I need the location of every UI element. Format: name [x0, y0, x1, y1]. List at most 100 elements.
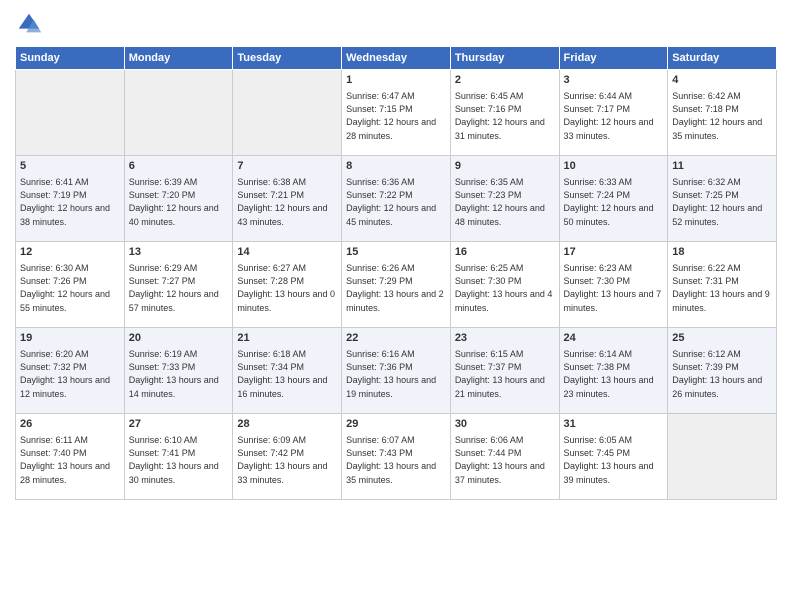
- day-number: 11: [672, 159, 772, 174]
- calendar-cell: 24 Sunrise: 6:14 AM Sunset: 7:38 PM Dayli…: [559, 328, 668, 414]
- day-info: Sunrise: 6:20 AM Sunset: 7:32 PM Dayligh…: [20, 348, 120, 400]
- calendar-cell: 21 Sunrise: 6:18 AM Sunset: 7:34 PM Dayli…: [233, 328, 342, 414]
- day-number: 24: [564, 331, 664, 346]
- day-number: 25: [672, 331, 772, 346]
- calendar: SundayMondayTuesdayWednesdayThursdayFrid…: [15, 46, 777, 500]
- calendar-cell: [233, 70, 342, 156]
- calendar-cell: 17 Sunrise: 6:23 AM Sunset: 7:30 PM Dayli…: [559, 242, 668, 328]
- calendar-cell: 14 Sunrise: 6:27 AM Sunset: 7:28 PM Dayli…: [233, 242, 342, 328]
- calendar-cell: 30Sunrise: 6:06 AM Sunset: 7:44 PM Dayli…: [450, 414, 559, 500]
- weekday-saturday: Saturday: [668, 47, 777, 70]
- calendar-cell: 27 Sunrise: 6:10 AM Sunset: 7:41 PM Dayli…: [124, 414, 233, 500]
- calendar-cell: [124, 70, 233, 156]
- calendar-cell: 29 Sunrise: 6:07 AM Sunset: 7:43 PM Dayli…: [342, 414, 451, 500]
- day-number: 4: [672, 73, 772, 88]
- calendar-cell: 22 Sunrise: 6:16 AM Sunset: 7:36 PM Dayli…: [342, 328, 451, 414]
- calendar-cell: [16, 70, 125, 156]
- calendar-week-2: 5 Sunrise: 6:41 AM Sunset: 7:19 PM Daylig…: [16, 156, 777, 242]
- day-info: Sunrise: 6:16 AM Sunset: 7:36 PM Dayligh…: [346, 348, 446, 400]
- weekday-wednesday: Wednesday: [342, 47, 451, 70]
- day-number: 1: [346, 73, 446, 88]
- calendar-cell: 6 Sunrise: 6:39 AM Sunset: 7:20 PM Daylig…: [124, 156, 233, 242]
- day-info: Sunrise: 6:10 AM Sunset: 7:41 PM Dayligh…: [129, 434, 229, 486]
- calendar-week-3: 12Sunrise: 6:30 AM Sunset: 7:26 PM Dayli…: [16, 242, 777, 328]
- day-info: Sunrise: 6:27 AM Sunset: 7:28 PM Dayligh…: [237, 262, 337, 314]
- weekday-monday: Monday: [124, 47, 233, 70]
- calendar-cell: 23Sunrise: 6:15 AM Sunset: 7:37 PM Dayli…: [450, 328, 559, 414]
- day-info: Sunrise: 6:30 AM Sunset: 7:26 PM Dayligh…: [20, 262, 120, 314]
- day-number: 7: [237, 159, 337, 174]
- day-info: Sunrise: 6:25 AM Sunset: 7:30 PM Dayligh…: [455, 262, 555, 314]
- day-info: Sunrise: 6:38 AM Sunset: 7:21 PM Dayligh…: [237, 176, 337, 228]
- day-number: 6: [129, 159, 229, 174]
- day-number: 30: [455, 417, 555, 432]
- day-number: 14: [237, 245, 337, 260]
- day-info: Sunrise: 6:35 AM Sunset: 7:23 PM Dayligh…: [455, 176, 555, 228]
- day-info: Sunrise: 6:23 AM Sunset: 7:30 PM Dayligh…: [564, 262, 664, 314]
- weekday-header-row: SundayMondayTuesdayWednesdayThursdayFrid…: [16, 47, 777, 70]
- day-info: Sunrise: 6:11 AM Sunset: 7:40 PM Dayligh…: [20, 434, 120, 486]
- day-number: 31: [564, 417, 664, 432]
- calendar-cell: 20Sunrise: 6:19 AM Sunset: 7:33 PM Dayli…: [124, 328, 233, 414]
- weekday-sunday: Sunday: [16, 47, 125, 70]
- day-info: Sunrise: 6:36 AM Sunset: 7:22 PM Dayligh…: [346, 176, 446, 228]
- day-number: 2: [455, 73, 555, 88]
- day-number: 28: [237, 417, 337, 432]
- day-number: 29: [346, 417, 446, 432]
- day-info: Sunrise: 6:32 AM Sunset: 7:25 PM Dayligh…: [672, 176, 772, 228]
- day-number: 10: [564, 159, 664, 174]
- day-number: 9: [455, 159, 555, 174]
- calendar-cell: 25 Sunrise: 6:12 AM Sunset: 7:39 PM Dayli…: [668, 328, 777, 414]
- day-info: Sunrise: 6:44 AM Sunset: 7:17 PM Dayligh…: [564, 90, 664, 142]
- calendar-cell: 1Sunrise: 6:47 AM Sunset: 7:15 PM Daylig…: [342, 70, 451, 156]
- calendar-cell: 13 Sunrise: 6:29 AM Sunset: 7:27 PM Dayli…: [124, 242, 233, 328]
- day-info: Sunrise: 6:09 AM Sunset: 7:42 PM Dayligh…: [237, 434, 337, 486]
- logo-icon: [15, 10, 43, 38]
- day-number: 21: [237, 331, 337, 346]
- calendar-cell: 3 Sunrise: 6:44 AM Sunset: 7:17 PM Daylig…: [559, 70, 668, 156]
- day-info: Sunrise: 6:14 AM Sunset: 7:38 PM Dayligh…: [564, 348, 664, 400]
- day-number: 13: [129, 245, 229, 260]
- day-number: 18: [672, 245, 772, 260]
- day-info: Sunrise: 6:12 AM Sunset: 7:39 PM Dayligh…: [672, 348, 772, 400]
- day-info: Sunrise: 6:41 AM Sunset: 7:19 PM Dayligh…: [20, 176, 120, 228]
- calendar-cell: 10 Sunrise: 6:33 AM Sunset: 7:24 PM Dayli…: [559, 156, 668, 242]
- calendar-cell: 31 Sunrise: 6:05 AM Sunset: 7:45 PM Dayli…: [559, 414, 668, 500]
- calendar-cell: 18 Sunrise: 6:22 AM Sunset: 7:31 PM Dayli…: [668, 242, 777, 328]
- calendar-cell: [668, 414, 777, 500]
- day-number: 3: [564, 73, 664, 88]
- day-number: 19: [20, 331, 120, 346]
- day-info: Sunrise: 6:42 AM Sunset: 7:18 PM Dayligh…: [672, 90, 772, 142]
- logo: [15, 10, 47, 38]
- day-info: Sunrise: 6:45 AM Sunset: 7:16 PM Dayligh…: [455, 90, 555, 142]
- day-info: Sunrise: 6:05 AM Sunset: 7:45 PM Dayligh…: [564, 434, 664, 486]
- calendar-week-5: 26Sunrise: 6:11 AM Sunset: 7:40 PM Dayli…: [16, 414, 777, 500]
- calendar-cell: 4 Sunrise: 6:42 AM Sunset: 7:18 PM Daylig…: [668, 70, 777, 156]
- day-info: Sunrise: 6:22 AM Sunset: 7:31 PM Dayligh…: [672, 262, 772, 314]
- weekday-friday: Friday: [559, 47, 668, 70]
- calendar-cell: 19 Sunrise: 6:20 AM Sunset: 7:32 PM Dayli…: [16, 328, 125, 414]
- day-number: 22: [346, 331, 446, 346]
- day-number: 17: [564, 245, 664, 260]
- day-info: Sunrise: 6:29 AM Sunset: 7:27 PM Dayligh…: [129, 262, 229, 314]
- header: [15, 10, 777, 38]
- day-info: Sunrise: 6:26 AM Sunset: 7:29 PM Dayligh…: [346, 262, 446, 314]
- weekday-thursday: Thursday: [450, 47, 559, 70]
- calendar-cell: 16Sunrise: 6:25 AM Sunset: 7:30 PM Dayli…: [450, 242, 559, 328]
- weekday-tuesday: Tuesday: [233, 47, 342, 70]
- day-info: Sunrise: 6:33 AM Sunset: 7:24 PM Dayligh…: [564, 176, 664, 228]
- calendar-week-1: 1Sunrise: 6:47 AM Sunset: 7:15 PM Daylig…: [16, 70, 777, 156]
- calendar-cell: 12Sunrise: 6:30 AM Sunset: 7:26 PM Dayli…: [16, 242, 125, 328]
- day-number: 27: [129, 417, 229, 432]
- calendar-cell: 5 Sunrise: 6:41 AM Sunset: 7:19 PM Daylig…: [16, 156, 125, 242]
- calendar-cell: 9 Sunrise: 6:35 AM Sunset: 7:23 PM Daylig…: [450, 156, 559, 242]
- calendar-cell: 2 Sunrise: 6:45 AM Sunset: 7:16 PM Daylig…: [450, 70, 559, 156]
- day-info: Sunrise: 6:39 AM Sunset: 7:20 PM Dayligh…: [129, 176, 229, 228]
- day-number: 8: [346, 159, 446, 174]
- calendar-cell: 8 Sunrise: 6:36 AM Sunset: 7:22 PM Daylig…: [342, 156, 451, 242]
- day-number: 15: [346, 245, 446, 260]
- calendar-cell: 7 Sunrise: 6:38 AM Sunset: 7:21 PM Daylig…: [233, 156, 342, 242]
- day-number: 5: [20, 159, 120, 174]
- day-info: Sunrise: 6:07 AM Sunset: 7:43 PM Dayligh…: [346, 434, 446, 486]
- day-info: Sunrise: 6:18 AM Sunset: 7:34 PM Dayligh…: [237, 348, 337, 400]
